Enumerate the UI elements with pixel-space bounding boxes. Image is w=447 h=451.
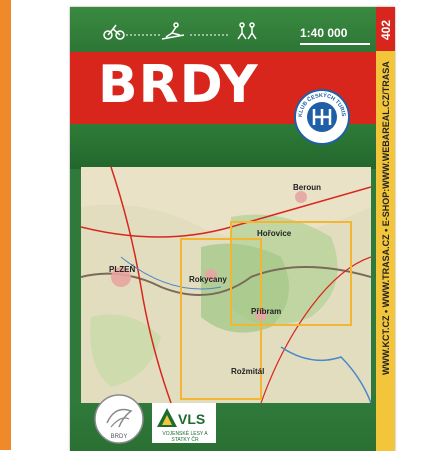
vls-triangle-icon (157, 408, 177, 427)
side-web-text: WWW.KCT.CZ • WWW.TRASA.CZ • E-SHOP:WWW.W… (381, 61, 391, 375)
side-yellow-band: WWW.KCT.CZ • WWW.TRASA.CZ • E-SHOP:WWW.W… (376, 7, 395, 451)
map-label-plzen: PLZEŇ (109, 265, 136, 274)
map-preview: PLZEŇ Rokycany Příbram Beroun Hořovice R… (81, 167, 371, 403)
skier-icon (161, 22, 185, 40)
map-label-rozmital: Rožmitál (231, 367, 265, 376)
map-label-horovice: Hořovice (257, 229, 292, 238)
map-label-pribram: Příbram (251, 307, 282, 316)
brdy-logo-badge: BRDY (94, 394, 144, 444)
map-cover: 1:40 000 BRDY KLUB ČESKÝCH TURISTŮ (70, 7, 395, 451)
orange-page-edge (0, 0, 11, 450)
map-number: 402 (379, 19, 393, 41)
brdy-badge-text: BRDY (111, 434, 128, 440)
hikers-icon (237, 22, 257, 40)
vls-logo: VLS VOJENSKÉ LESY A STATKY ČR (152, 403, 216, 443)
scale-bar (300, 43, 370, 45)
scale-label: 1:40 000 (300, 26, 348, 40)
kct-logo-badge: KLUB ČESKÝCH TURISTŮ (294, 89, 350, 145)
map-label-beroun: Beroun (293, 183, 321, 192)
cyclist-icon (103, 24, 125, 40)
vls-label: VLS (178, 411, 206, 427)
activity-icons (100, 21, 280, 41)
map-number-tag: 402 (376, 7, 395, 51)
cover-title: BRDY (98, 55, 259, 115)
vls-sub-label: VOJENSKÉ LESY A STATKY ČR (162, 431, 208, 443)
map-label-rokycany: Rokycany (189, 275, 227, 284)
